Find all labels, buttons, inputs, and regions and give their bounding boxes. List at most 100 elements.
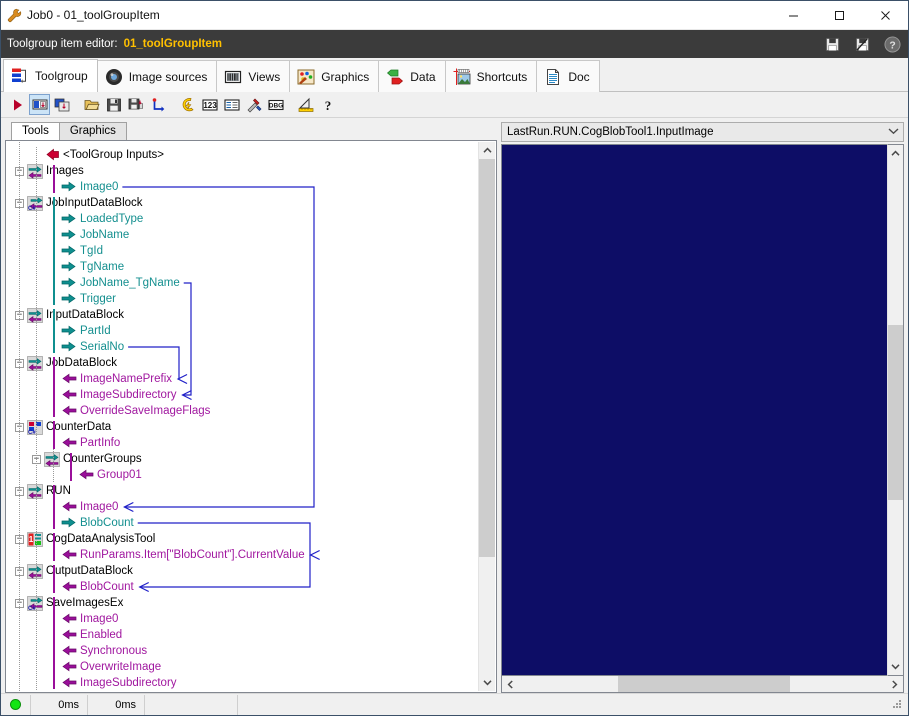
- save-as-icon[interactable]: [852, 34, 872, 54]
- tree-item[interactable]: −CounterGroups: [32, 451, 142, 467]
- lightning-icon[interactable]: [177, 94, 198, 115]
- maximize-button[interactable]: [816, 1, 862, 30]
- tree-item[interactable]: JobName: [49, 227, 129, 243]
- data-link-arrowhead: [123, 501, 134, 513]
- tab-graphics[interactable]: Graphics: [289, 60, 380, 92]
- subtab-graphics[interactable]: Graphics: [58, 122, 127, 140]
- tree-node-arrow-left-purple-icon: [61, 612, 77, 627]
- tree-item[interactable]: Synchronous: [49, 643, 147, 659]
- close-button[interactable]: [862, 1, 908, 30]
- save-as-icon[interactable]: [125, 94, 146, 115]
- tree-item[interactable]: Group01: [66, 467, 142, 483]
- help-icon[interactable]: ?: [882, 34, 902, 54]
- image-scroll-right-button[interactable]: [886, 679, 903, 689]
- tool-tree-viewport[interactable]: <ToolGroup Inputs> −Images Image0 −C#JobInp…: [7, 142, 478, 691]
- tree-item-label: Enabled: [80, 629, 123, 641]
- add-toolgroup-icon[interactable]: [51, 94, 72, 115]
- tree-item[interactable]: ImageSubdirectory: [49, 675, 177, 691]
- tree-item[interactable]: PartId: [49, 323, 111, 339]
- tree-item[interactable]: −C#JobInputDataBlock: [15, 195, 143, 212]
- tree-item[interactable]: −InputDataBlock: [15, 307, 124, 323]
- tree-item[interactable]: <ToolGroup Inputs>: [32, 147, 164, 163]
- image-vscrollbar-thumb[interactable]: [888, 325, 903, 500]
- tree-item[interactable]: RunParams.Item["BlobCount"].CurrentValue: [49, 547, 305, 563]
- tree-scroll-up-button[interactable]: [479, 142, 495, 159]
- tree-item[interactable]: SerialNo: [49, 339, 124, 355]
- tree-item[interactable]: Image0: [49, 611, 118, 627]
- save-icon[interactable]: [822, 34, 842, 54]
- tree-group-spine: [53, 485, 55, 529]
- status-time-1: 0ms: [31, 694, 88, 715]
- image-scroll-left-button[interactable]: [502, 679, 519, 689]
- undo-arrow-icon[interactable]: [147, 94, 168, 115]
- tree-item[interactable]: Image0: [49, 499, 118, 515]
- minimize-button[interactable]: [770, 1, 816, 30]
- tab-doc[interactable]: Doc: [536, 60, 600, 92]
- image-scroll-down-button[interactable]: [888, 658, 903, 675]
- tree-item[interactable]: OverrideSaveImageFlags: [49, 403, 210, 419]
- save-icon[interactable]: [103, 94, 124, 115]
- tree-scroll-down-button[interactable]: [479, 674, 495, 691]
- chevron-down-icon[interactable]: [885, 127, 901, 138]
- image-vertical-scrollbar[interactable]: [887, 144, 904, 676]
- tree-item[interactable]: ImageSubdirectory: [49, 387, 177, 403]
- tree-item[interactable]: −C#CounterData: [15, 419, 111, 436]
- tree-item[interactable]: TgId: [49, 243, 103, 259]
- tab-shortcuts[interactable]: Shortcuts: [444, 60, 538, 92]
- status-extra: [145, 694, 238, 715]
- run-icon[interactable]: [7, 94, 28, 115]
- svg-text:1: 1: [29, 535, 34, 544]
- tree-item[interactable]: Enabled: [49, 627, 122, 643]
- tree-scrollbar-thumb[interactable]: [479, 159, 495, 557]
- tree-vertical-scrollbar[interactable]: [478, 142, 495, 691]
- tab-image-sources[interactable]: Image sources: [96, 60, 218, 92]
- tree-item-label: OverrideSaveImageFlags: [80, 405, 211, 417]
- tree-node-arrow-left-purple-icon: [61, 404, 77, 419]
- tree-item[interactable]: −C#SaveImagesEx: [15, 595, 123, 612]
- tree-item-label: JobDataBlock: [46, 357, 117, 369]
- tree-item[interactable]: OverwriteImage: [49, 659, 161, 675]
- open-folder-icon[interactable]: [81, 94, 102, 115]
- tree-item[interactable]: BlobCount: [49, 515, 134, 531]
- tree-item[interactable]: JobName_TgName: [49, 275, 180, 291]
- tree-item[interactable]: −JobDataBlock: [15, 355, 117, 371]
- help-icon[interactable]: ?: [317, 94, 338, 115]
- tree-item[interactable]: TgName: [49, 259, 124, 275]
- image-hscrollbar-track[interactable]: [519, 676, 886, 692]
- left-subtabs: Tools Graphics: [5, 122, 497, 140]
- add-tool-icon[interactable]: [29, 94, 50, 115]
- window-titlebar: Job0 - 01_toolGroupItem: [1, 1, 908, 30]
- tab-views[interactable]: Views: [216, 60, 291, 92]
- image-hscrollbar-thumb[interactable]: [618, 676, 790, 692]
- tree-item[interactable]: Image0: [49, 179, 118, 195]
- tools-icon[interactable]: [243, 94, 264, 115]
- image-source-dropdown[interactable]: LastRun.RUN.CogBlobTool1.InputImage: [501, 122, 904, 142]
- image-viewer: [501, 144, 904, 676]
- tree-item-label: JobInputDataBlock: [46, 197, 143, 209]
- tree-node-arrow-right-teal-icon: [61, 180, 77, 195]
- tree-item[interactable]: LoadedType: [49, 211, 143, 227]
- tree-item[interactable]: −Images: [15, 163, 84, 179]
- image-horizontal-scrollbar[interactable]: [501, 676, 904, 693]
- tree-item[interactable]: Trigger: [49, 291, 116, 307]
- tab-label: Shortcuts: [476, 69, 528, 84]
- tree-item[interactable]: PartInfo: [49, 435, 120, 451]
- tab-toolgroup[interactable]: Toolgroup: [3, 59, 98, 92]
- tree-item-label: RunParams.Item["BlobCount"].CurrentValue: [80, 549, 305, 561]
- tree-item[interactable]: BlobCount: [49, 579, 134, 595]
- subtab-tools[interactable]: Tools: [11, 122, 60, 140]
- numbers-icon[interactable]: 123: [199, 94, 220, 115]
- tree-item-label: Image0: [80, 613, 119, 625]
- tree-item[interactable]: ImageNamePrefix: [49, 371, 172, 387]
- debug-icon[interactable]: DBG: [265, 94, 286, 115]
- tree-item[interactable]: −RUN: [15, 483, 71, 499]
- views-icon: [223, 67, 243, 87]
- tree-item[interactable]: −OutputDataBlock: [15, 563, 133, 579]
- resize-grip[interactable]: [890, 697, 906, 713]
- image-scroll-up-button[interactable]: [888, 145, 903, 162]
- measure-icon[interactable]: [295, 94, 316, 115]
- image-canvas[interactable]: [501, 144, 887, 676]
- tab-data[interactable]: Data: [378, 60, 446, 92]
- properties-icon[interactable]: [221, 94, 242, 115]
- tree-node-toolgroup-io-icon: [44, 451, 60, 467]
